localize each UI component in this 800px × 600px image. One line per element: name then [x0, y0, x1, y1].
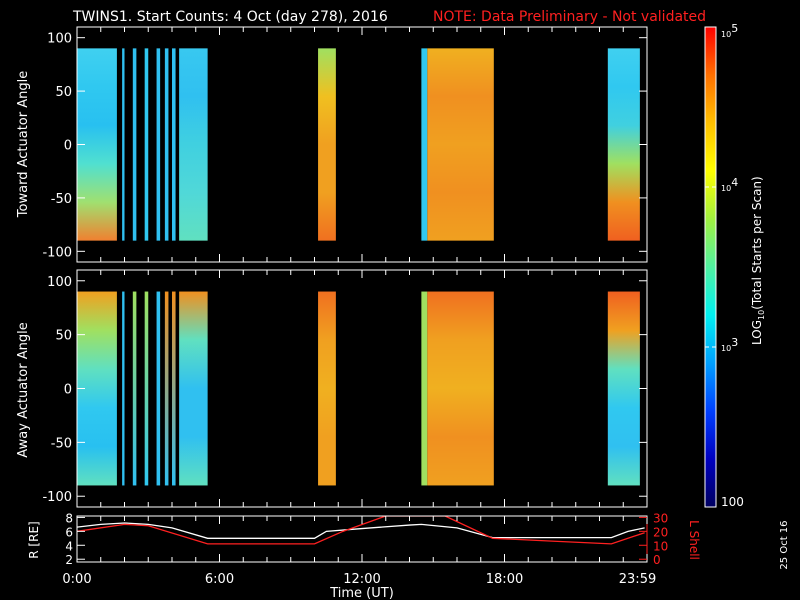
y-tick-label: 4: [65, 539, 73, 553]
data-strip: [156, 48, 161, 241]
chart-title: TWINS1. Start Counts: 4 Oct (day 278), 2…: [72, 9, 388, 25]
colorbar-tick-label: 104: [721, 176, 738, 193]
data-strip: [607, 291, 640, 486]
toward-ylabel: Toward Actuator Angle: [16, 71, 31, 218]
y-tick-label: -50: [51, 192, 72, 207]
data-strip: [156, 291, 161, 486]
data-strip: [144, 291, 149, 486]
lshell-line: [77, 516, 645, 545]
colorbar-label: LOG10(Total Starts per Scan): [750, 176, 766, 345]
data-strip: [132, 48, 137, 241]
y-tick-label: 8: [65, 511, 73, 525]
colorbar: 105 104 103 100 LOG10(Total Starts per Sca…: [704, 22, 766, 509]
data-strip: [164, 291, 169, 486]
orbit-panel: 0:00 6:00 12:00 18:00 23:59 8642 3020100: [62, 511, 668, 587]
data-strip: [427, 48, 494, 241]
colorbar-min-label: 100: [721, 495, 744, 509]
data-strip: [421, 291, 428, 486]
y2-tick-label: 30: [653, 511, 668, 525]
data-strip: [172, 291, 176, 486]
y-tick-label: 100: [47, 32, 72, 47]
away-panel: 100 50 0 -50 -100: [42, 269, 648, 508]
away-ylabel: Away Actuator Angle: [16, 322, 31, 457]
data-strip: [607, 48, 640, 241]
time-xlabel: Time (UT): [329, 586, 394, 600]
x-tick-label: 18:00: [486, 572, 523, 587]
data-strip: [164, 48, 169, 241]
r-ylabel: R [RE]: [27, 521, 41, 558]
data-strip: [144, 48, 149, 241]
chart-root: TWINS1. Start Counts: 4 Oct (day 278), 2…: [0, 0, 800, 600]
y-tick-label: -100: [42, 490, 72, 505]
y-tick-label: 2: [65, 553, 73, 567]
y-tick-label: 50: [55, 329, 72, 344]
toward-panel: 100 50 0 -50 -100: [42, 26, 648, 263]
y2-tick-label: 10: [653, 539, 668, 553]
data-strip: [122, 48, 125, 241]
data-strip: [427, 291, 494, 486]
x-tick-label: 12:00: [343, 572, 380, 587]
colorbar-tick-label: 105: [721, 22, 738, 39]
data-strip: [132, 291, 137, 486]
lshell-ylabel: L Shell: [687, 520, 701, 560]
y-tick-label: 0: [64, 383, 72, 398]
colorbar-tick-label: 103: [721, 336, 738, 353]
x-tick-label: 23:59: [619, 572, 656, 587]
twins-plot: TWINS1. Start Counts: 4 Oct (day 278), 2…: [16, 9, 790, 600]
panel-frame: [76, 269, 648, 508]
data-strip: [122, 291, 125, 486]
side-date: 25 Oct 16: [779, 520, 790, 569]
y2-tick-label: 20: [653, 525, 668, 539]
y-tick-label: 6: [65, 525, 73, 539]
colorbar-gradient: [704, 26, 717, 508]
y2-tick-label: 0: [653, 553, 661, 567]
panel-frame: [76, 26, 648, 263]
data-strip: [172, 48, 176, 241]
data-strip: [318, 48, 336, 241]
y-tick-label: -100: [42, 245, 72, 260]
preliminary-note: NOTE: Data Preliminary - Not validated: [433, 9, 706, 25]
y-tick-label: 100: [47, 275, 72, 290]
y-tick-label: -50: [51, 436, 72, 451]
data-strip: [318, 291, 336, 486]
data-strip: [421, 48, 428, 241]
x-tick-label: 0:00: [62, 572, 91, 587]
data-strip: [179, 48, 208, 241]
y-tick-label: 50: [55, 85, 72, 100]
data-strip: [179, 291, 208, 486]
x-tick-label: 6:00: [205, 572, 234, 587]
y-tick-label: 0: [64, 139, 72, 154]
